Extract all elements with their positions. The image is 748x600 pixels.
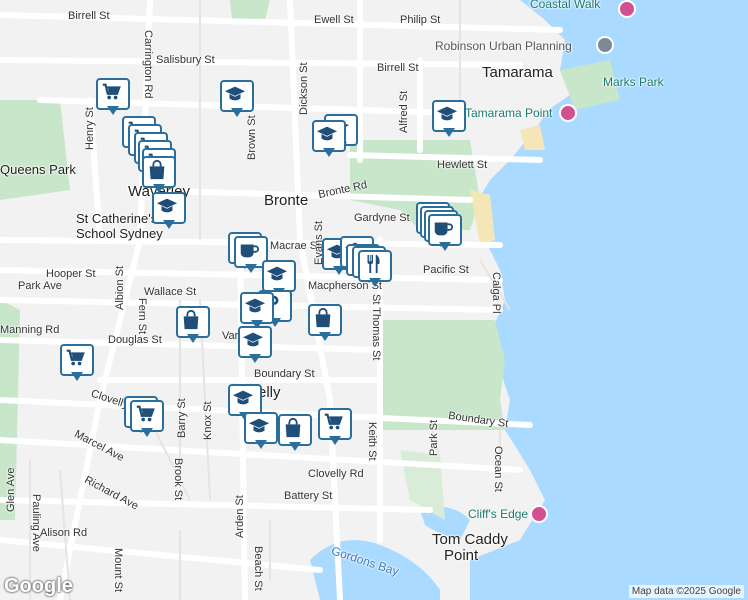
street-carrington: Carrington Rd: [142, 30, 154, 99]
school-icon: [266, 263, 288, 285]
street-brown: Brown St: [246, 115, 258, 160]
cliffs-edge-icon[interactable]: [530, 505, 548, 523]
street-henry: Henry St: [84, 107, 96, 150]
school-marker[interactable]: [238, 326, 272, 366]
street-ocean: Ocean St: [492, 446, 504, 492]
google-logo: Google: [4, 575, 73, 597]
street-clovelly-rd2: Clovelly Rd: [308, 468, 364, 480]
school-marker[interactable]: [244, 412, 278, 452]
bag-marker[interactable]: [142, 156, 176, 196]
street-pacific: Pacific St: [423, 264, 469, 276]
street-douglas: Douglas St: [108, 334, 162, 346]
street-boundary: Boundary St: [254, 368, 315, 380]
street-st-thomas: St Thomas St: [370, 294, 382, 361]
street-birrell-top: Birrell St: [68, 10, 110, 22]
bag-marker[interactable]: [176, 306, 210, 346]
place-queens-park: Queens Park: [0, 162, 76, 177]
bag-icon: [312, 307, 334, 329]
tamarama-point-icon[interactable]: [559, 104, 577, 122]
cart-icon: [100, 81, 122, 103]
street-fern: Fern St: [136, 298, 148, 335]
place-bronte: Bronte: [264, 192, 309, 209]
poi-marks-park: Marks Park: [603, 75, 664, 89]
street-wallace: Wallace St: [144, 286, 197, 298]
place-st-catherines-1: St Catherine's: [76, 211, 158, 226]
bag-marker[interactable]: [278, 414, 312, 454]
street-ewell: Ewell St: [314, 14, 354, 26]
street-calga: Calga Pl: [490, 272, 502, 314]
bag-icon: [146, 159, 168, 181]
coastal-walk-icon[interactable]: [618, 0, 636, 18]
poi-cliffs-edge: Cliff's Edge: [468, 507, 529, 521]
street-hooper: Hooper St: [46, 268, 96, 280]
poi-tamarama-point: Tamarama Point: [465, 106, 553, 120]
cart-marker[interactable]: [60, 344, 94, 384]
street-gardyne: Gardyne St: [354, 212, 410, 224]
street-hewlett: Hewlett St: [437, 159, 488, 171]
street-keith: Keith St: [366, 422, 378, 461]
school-icon: [156, 195, 178, 217]
school-marker[interactable]: [152, 192, 186, 232]
cart-icon: [322, 411, 344, 433]
street-battery: Battery St: [284, 490, 333, 502]
school-marker[interactable]: [220, 80, 254, 120]
street-park-ave: Park Ave: [18, 280, 62, 292]
street-glen: Glen Ave: [5, 467, 17, 512]
cart-icon: [134, 403, 156, 425]
street-alison: Alison Rd: [40, 527, 88, 539]
school-icon: [316, 123, 338, 145]
school-icon: [232, 387, 254, 409]
street-manning: Manning Rd: [0, 324, 60, 336]
place-st-catherines-2: School Sydney: [76, 226, 163, 241]
place-tom-caddy-2: Point: [444, 547, 479, 564]
street-birrell: Birrell St: [377, 62, 419, 74]
school-icon: [244, 295, 266, 317]
queens-park: [0, 100, 70, 200]
map-attribution: Map data ©2025 Google: [628, 585, 744, 598]
street-albion: Albion St: [114, 265, 126, 310]
cart-marker[interactable]: [130, 400, 164, 440]
map-canvas[interactable]: Bronte Tamarama Waverley Clovelly St Cat…: [0, 0, 748, 600]
school-marker[interactable]: [432, 100, 466, 140]
street-mount: Mount St: [112, 548, 124, 593]
cart-icon: [64, 347, 86, 369]
north-green: [230, 0, 270, 20]
cafe-icon: [238, 239, 260, 261]
poi-robinson: Robinson Urban Planning: [435, 39, 572, 53]
place-tamarama: Tamarama: [482, 64, 553, 81]
bag-icon: [282, 417, 304, 439]
street-knox: Knox St: [202, 401, 214, 440]
poi-coastal-walk: Coastal Walk: [530, 0, 601, 11]
street-salisbury: Salisbury St: [156, 54, 215, 66]
food-marker[interactable]: [358, 250, 392, 290]
school-icon: [248, 415, 270, 437]
street-park: Park St: [428, 419, 440, 456]
street-alfred: Alfred St: [398, 90, 410, 133]
street-brook: Brook St: [172, 458, 184, 501]
robinson-icon[interactable]: [596, 36, 614, 54]
cart-marker[interactable]: [318, 408, 352, 448]
street-pauling: Pauling Ave: [30, 494, 42, 552]
place-tom-caddy-1: Tom Caddy: [432, 531, 508, 548]
bag-icon: [180, 309, 202, 331]
school-icon: [436, 103, 458, 125]
school-marker[interactable]: [312, 120, 346, 160]
cart-marker[interactable]: [96, 78, 130, 118]
waverley-cemetery: [380, 320, 505, 430]
street-dickson: Dickson St: [298, 62, 310, 115]
street-philip: Philip St: [400, 14, 441, 26]
cafe-icon: [432, 217, 454, 239]
street-beach: Beach St: [252, 546, 264, 591]
school-icon: [242, 329, 264, 351]
street-arden: Arden St: [234, 495, 246, 538]
street-barry: Barry St: [176, 398, 188, 438]
cafe-marker[interactable]: [428, 214, 462, 254]
bag-marker[interactable]: [308, 304, 342, 344]
school-icon: [224, 83, 246, 105]
food-icon: [362, 253, 384, 275]
